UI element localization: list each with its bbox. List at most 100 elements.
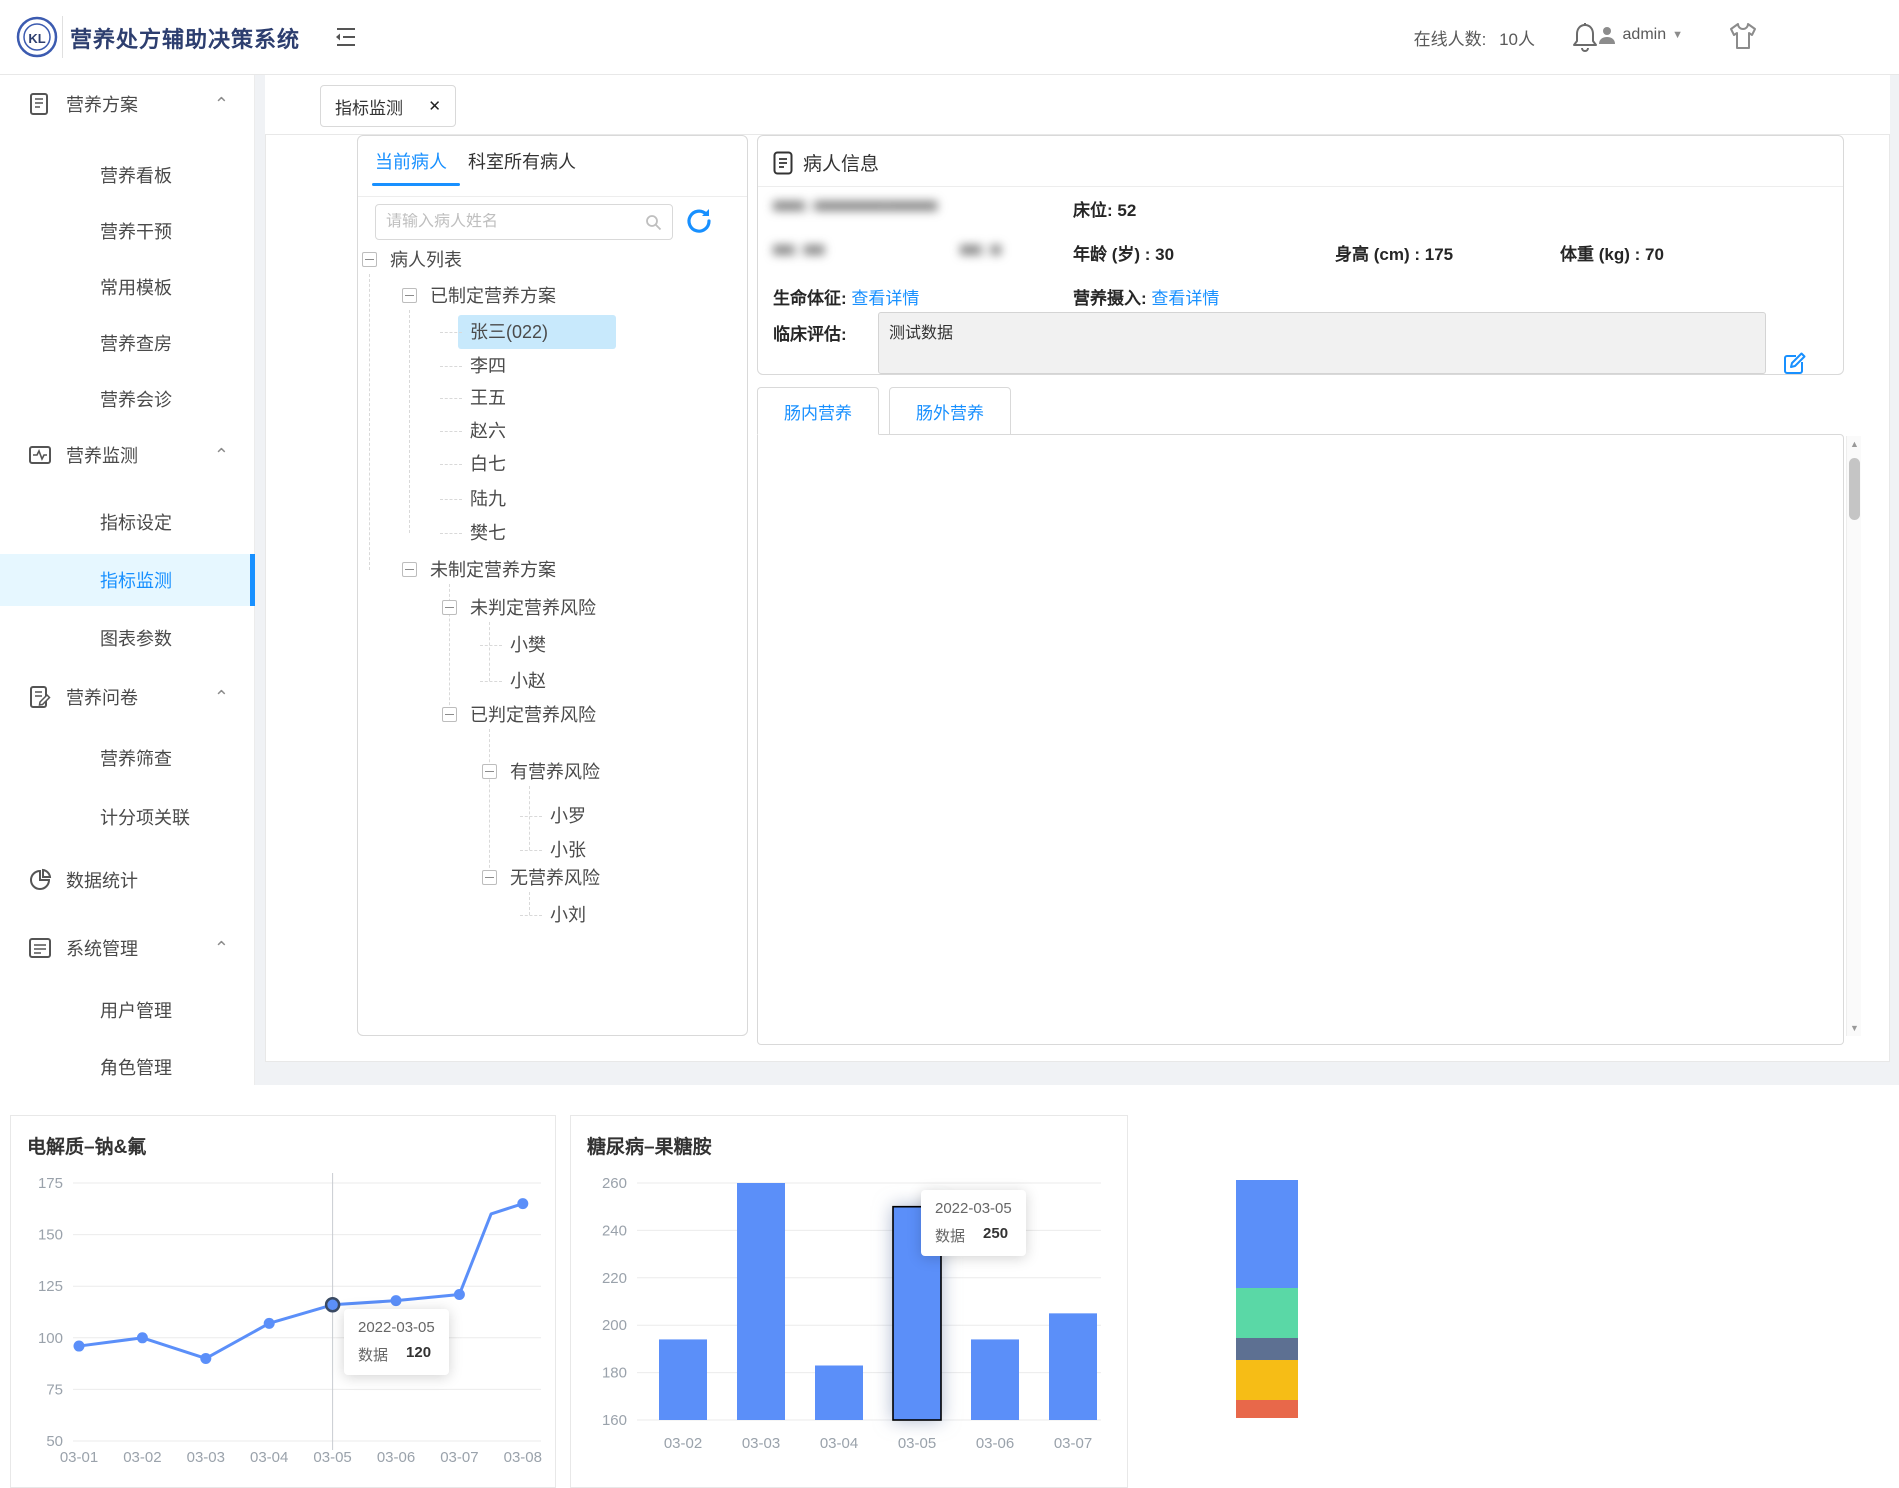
- tree-connector-stub: [520, 816, 542, 817]
- header-divider-line: [758, 186, 1843, 187]
- sidebar-item-计分项关联[interactable]: 计分项关联: [0, 791, 255, 843]
- sidebar-item-label: 营养干预: [100, 218, 255, 244]
- vital-signs-link[interactable]: 查看详情: [851, 289, 919, 308]
- online-count: 在线人数: 10人: [1414, 25, 1535, 50]
- sidebar-item-角色管理[interactable]: 角色管理: [0, 1041, 255, 1093]
- tree-collapse-icon[interactable]: [402, 562, 417, 577]
- svg-text:50: 50: [46, 1433, 63, 1450]
- tree-node-已制定营养方案[interactable]: 已制定营养方案: [430, 279, 556, 313]
- sidebar-item-营养监测[interactable]: 营养监测 ⌃: [0, 429, 255, 481]
- weight-field: 体重 (kg) : 70: [1560, 240, 1664, 265]
- svg-text:03-02: 03-02: [123, 1449, 161, 1466]
- notification-bell-icon[interactable]: [1571, 21, 1599, 53]
- scroll-up-icon[interactable]: ▲: [1847, 436, 1862, 452]
- tree-node-白七[interactable]: 白七: [470, 447, 506, 481]
- tree-node-病人列表[interactable]: 病人列表: [390, 243, 462, 277]
- user-menu[interactable]: admin ▼: [1597, 25, 1683, 45]
- chart-tooltip: 2022-03-05数据250: [921, 1190, 1026, 1256]
- clinical-eval-label: 临床评估:: [773, 320, 847, 345]
- tree-connector-stub: [440, 499, 462, 500]
- app-root: KL 营养处方辅助决策系统 在线人数: 10人 admin ▼: [0, 0, 1899, 1488]
- tab-current-patients[interactable]: 当前病人: [375, 148, 447, 174]
- sidebar-item-label: 用户管理: [100, 997, 255, 1023]
- online-label: 在线人数:: [1414, 30, 1487, 49]
- tree-connector-line: [489, 622, 490, 681]
- sidebar-item-营养看板[interactable]: 营养看板: [0, 149, 255, 201]
- refresh-icon[interactable]: [684, 206, 714, 236]
- bottom-line-chart-card: 电解质–钠&氟175150125100755003-0103-0203-0303…: [10, 1115, 556, 1488]
- sidebar-item-数据统计[interactable]: 数据统计: [0, 854, 255, 906]
- nutrition-intake-link[interactable]: 查看详情: [1151, 289, 1219, 308]
- sidebar-item-图表参数[interactable]: 图表参数: [0, 612, 255, 664]
- tree-collapse-icon[interactable]: [482, 870, 497, 885]
- patient-search-box[interactable]: [375, 204, 673, 240]
- tree-collapse-icon[interactable]: [442, 600, 457, 615]
- sidebar-item-label: 营养监测: [66, 442, 200, 468]
- scroll-thumb[interactable]: [1849, 458, 1860, 520]
- tree-connector-line: [529, 786, 530, 850]
- tab-department-patients[interactable]: 科室所有病人: [468, 148, 576, 174]
- tree-node-已判定营养风险[interactable]: 已判定营养风险: [470, 698, 596, 732]
- tree-collapse-icon[interactable]: [442, 707, 457, 722]
- tree-collapse-icon[interactable]: [482, 764, 497, 779]
- scroll-down-icon[interactable]: ▼: [1847, 1020, 1862, 1036]
- palette-segment-1: [1236, 1288, 1298, 1338]
- sidebar-item-营养查房[interactable]: 营养查房: [0, 317, 255, 369]
- header-divider: [62, 16, 63, 58]
- bar-03-02: [659, 1339, 707, 1420]
- tree-node-未判定营养风险[interactable]: 未判定营养风险: [470, 591, 596, 625]
- sidebar-item-营养干预[interactable]: 营养干预: [0, 205, 255, 257]
- tree-node-小樊[interactable]: 小樊: [510, 628, 546, 662]
- sidebar-item-label: 常用模板: [100, 274, 255, 300]
- chevron-up-icon: ⌃: [214, 445, 229, 466]
- tree-node-李四[interactable]: 李四: [470, 349, 506, 383]
- tree-node-张三(022)[interactable]: 张三(022): [470, 315, 548, 349]
- tab-indicator-monitoring[interactable]: 指标监测 ✕: [320, 85, 456, 127]
- tree-node-赵六[interactable]: 赵六: [470, 414, 506, 448]
- tab-parenteral-nutrition[interactable]: 肠外营养: [889, 387, 1011, 435]
- tab-label: 指标监测: [335, 94, 403, 119]
- vertical-scrollbar[interactable]: ▲ ▼: [1846, 436, 1861, 1036]
- tree-connector-line: [489, 729, 490, 878]
- sidebar-item-营养会诊[interactable]: 营养会诊: [0, 373, 255, 425]
- sidebar-item-label: 营养会诊: [100, 386, 255, 412]
- tree-node-有营养风险[interactable]: 有营养风险: [510, 755, 600, 789]
- sidebar-item-营养筛查[interactable]: 营养筛查: [0, 732, 255, 784]
- doc-icon: [28, 92, 52, 116]
- tree-collapse-icon[interactable]: [362, 252, 377, 267]
- sidebar-collapse-icon[interactable]: [333, 24, 359, 50]
- sidebar-item-营养方案[interactable]: 营养方案⌃: [0, 78, 255, 130]
- sidebar-item-常用模板[interactable]: 常用模板: [0, 261, 255, 313]
- edit-icon[interactable]: [1782, 352, 1806, 376]
- tab-enteral-nutrition[interactable]: 肠内营养: [757, 387, 879, 435]
- sidebar-item-指标设定[interactable]: 指标设定: [0, 496, 255, 548]
- tree-node-陆九[interactable]: 陆九: [470, 482, 506, 516]
- age-field: 年龄 (岁) : 30: [1073, 240, 1174, 265]
- settings-icon: [28, 936, 52, 960]
- tree-node-王五[interactable]: 王五: [470, 381, 506, 415]
- tree-node-小刘[interactable]: 小刘: [550, 898, 586, 932]
- svg-text:260: 260: [602, 1175, 627, 1192]
- tree-connector-line: [369, 274, 370, 570]
- tree-node-小赵[interactable]: 小赵: [510, 664, 546, 698]
- patient-search-input[interactable]: [386, 213, 645, 231]
- tree-collapse-icon[interactable]: [402, 288, 417, 303]
- masked-name: ■■: ■■: [773, 240, 824, 260]
- tab-bar: [265, 75, 1890, 135]
- sidebar-item-营养问卷[interactable]: 营养问卷⌃: [0, 671, 255, 723]
- tree-node-无营养风险[interactable]: 无营养风险: [510, 861, 600, 895]
- theme-skin-icon[interactable]: [1727, 20, 1759, 52]
- bottom-chart-section: 电解质–钠&氟175150125100755003-0103-0203-0303…: [0, 1085, 1899, 1488]
- sidebar-item-系统管理[interactable]: 系统管理⌃: [0, 922, 255, 974]
- chevron-up-icon: ⌃: [214, 687, 229, 708]
- sidebar-item-label: 系统管理: [66, 935, 200, 961]
- sidebar-item-用户管理[interactable]: 用户管理: [0, 984, 255, 1036]
- app-title: 营养处方辅助决策系统: [70, 22, 300, 54]
- svg-text:03-03: 03-03: [187, 1449, 225, 1466]
- tree-node-小罗[interactable]: 小罗: [550, 799, 586, 833]
- tree-node-樊七[interactable]: 樊七: [470, 516, 506, 550]
- tree-node-未制定营养方案[interactable]: 未制定营养方案: [430, 553, 556, 587]
- clinical-eval-textarea[interactable]: [878, 312, 1766, 374]
- sidebar-item-指标监测[interactable]: 指标监测: [0, 554, 255, 606]
- tab-close-icon[interactable]: ✕: [428, 97, 441, 115]
